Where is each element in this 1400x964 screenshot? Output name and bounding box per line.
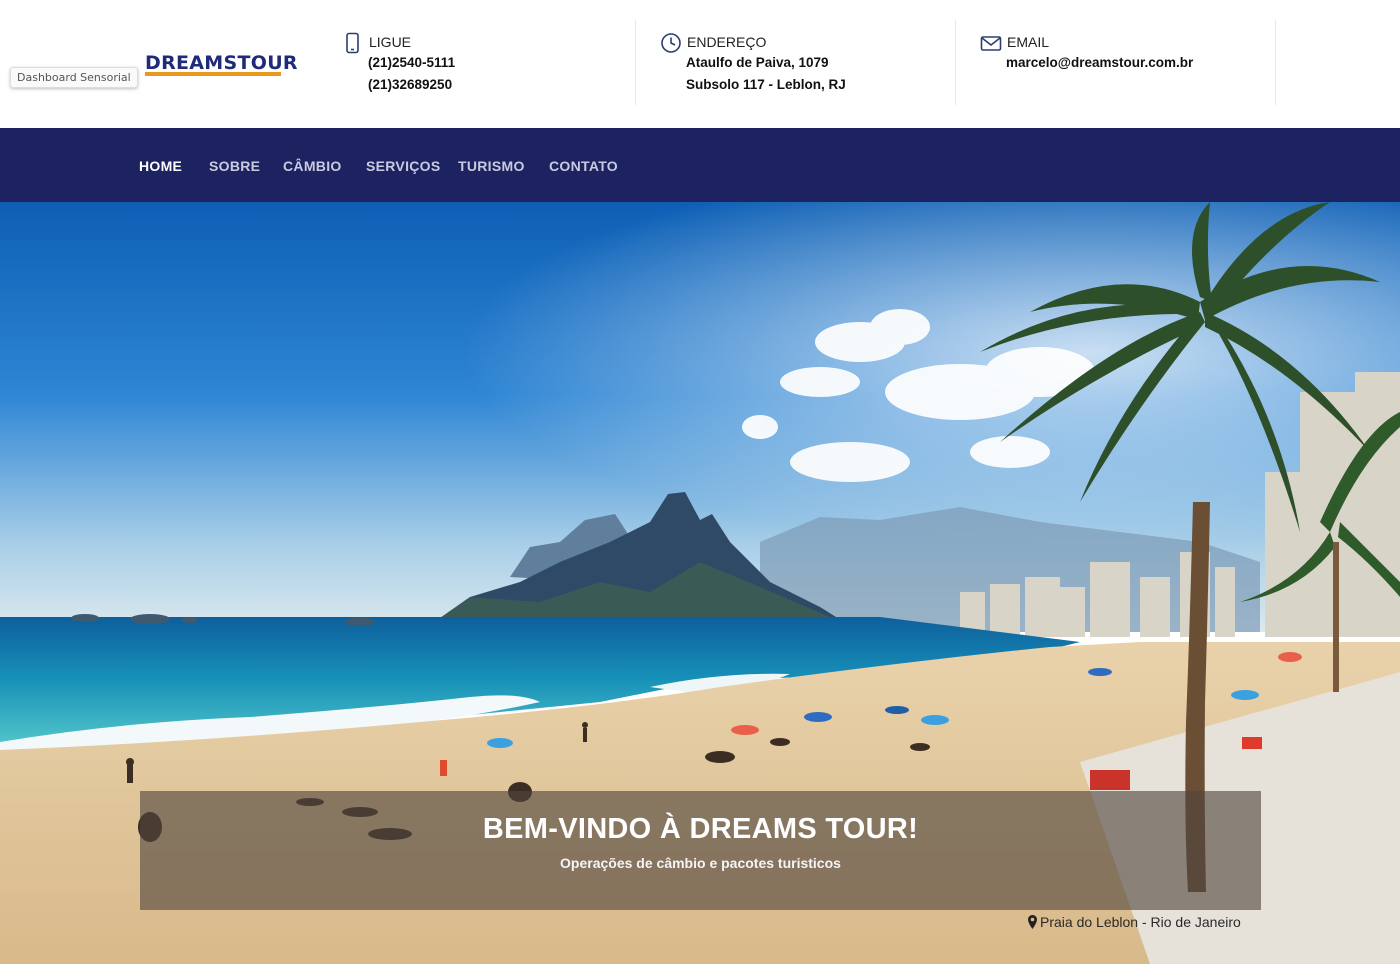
contact-phone-label: LIGUE [369,34,412,50]
nav-sobre[interactable]: SOBRE [209,158,260,174]
clock-icon [661,33,681,53]
phone-number-2[interactable]: (21)32689250 [368,77,452,92]
envelope-icon [980,36,1002,51]
tooltip: Dashboard Sensorial [10,67,138,88]
email-address[interactable]: marcelo@dreamstour.com.br [1006,55,1193,70]
nav-home[interactable]: HOME [139,158,182,174]
contact-phone: LIGUE (21)2540-5111 (21)32689250 [342,20,602,105]
nav-servicos[interactable]: SERVIÇOS [366,158,441,174]
hero-caption: BEM-VINDO À DREAMS TOUR! Operações de câ… [140,791,1261,910]
hero-subtitle: Operações de câmbio e pacotes turisticos [560,855,841,871]
address-line-1: Ataulfo de Paiva, 1079 [686,55,829,70]
logo-underline [145,72,281,76]
contact-address: ENDEREÇO Ataulfo de Paiva, 1079 Subsolo … [660,20,940,105]
hero-title: BEM-VINDO À DREAMS TOUR! [482,813,919,845]
phone-number-1[interactable]: (21)2540-5111 [368,55,455,70]
map-pin-icon [1028,915,1037,929]
mobile-phone-icon [346,32,359,54]
site-logo[interactable]: DREAMSTOUR [145,52,298,74]
divider [955,20,956,105]
divider [635,20,636,105]
nav-turismo[interactable]: TURISMO [458,158,525,174]
contact-email: EMAIL marcelo@dreamstour.com.br [980,20,1260,105]
contact-email-label: EMAIL [1007,34,1050,50]
address-line-2: Subsolo 117 - Leblon, RJ [686,77,846,92]
nav-cambio[interactable]: CÂMBIO [283,158,342,174]
site-header: Dashboard Sensorial DREAMSTOUR LIGUE (21… [0,0,1400,128]
contact-address-label: ENDEREÇO [687,34,767,50]
main-navbar: HOME SOBRE CÂMBIO SERVIÇOS TURISMO CONTA… [0,128,1400,202]
photo-location: Praia do Leblon - Rio de Janeiro [1028,914,1241,930]
divider [1275,20,1276,105]
photo-location-text: Praia do Leblon - Rio de Janeiro [1040,914,1241,930]
nav-contato[interactable]: CONTATO [549,158,618,174]
